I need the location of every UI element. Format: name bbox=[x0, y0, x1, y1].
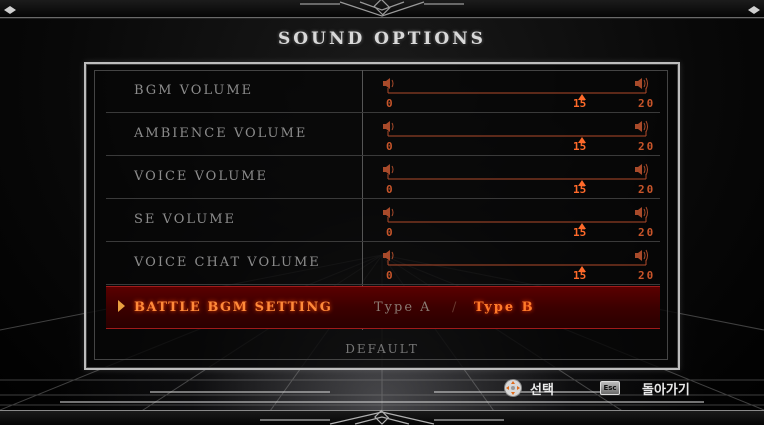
slider-max-label: 20 bbox=[638, 183, 656, 196]
slider-value: 15 bbox=[573, 140, 587, 153]
battle-bgm-option-type-b[interactable]: Type B bbox=[474, 300, 535, 315]
speaker-icon bbox=[383, 250, 394, 261]
dpad-icon bbox=[504, 379, 522, 397]
option-label: SE VOLUME bbox=[134, 212, 237, 227]
hint-select-label: 선택 bbox=[530, 382, 554, 398]
voice-chat-volume-slider[interactable]: 0 15 20 bbox=[380, 246, 656, 282]
option-label: BGM VOLUME bbox=[134, 83, 254, 98]
hint-back-label: 돌아가기 bbox=[642, 382, 690, 398]
hint-back[interactable]: Esc 돌아가기 bbox=[600, 378, 690, 398]
slider-min-label: 0 bbox=[386, 226, 393, 239]
option-row-ambience-volume[interactable]: AMBIENCE VOLUME 0 15 20 bbox=[106, 113, 660, 156]
default-button[interactable]: DEFAULT bbox=[0, 342, 764, 356]
speaker-icon bbox=[635, 77, 648, 90]
option-row-se-volume[interactable]: SE VOLUME 0 15 20 bbox=[106, 199, 660, 242]
speaker-icon bbox=[383, 78, 394, 89]
speaker-icon bbox=[635, 120, 648, 133]
speaker-icon bbox=[383, 164, 394, 175]
slider-value: 15 bbox=[573, 226, 587, 239]
slider-min-label: 0 bbox=[386, 269, 393, 282]
slider-max-label: 20 bbox=[638, 140, 656, 153]
slider-max-label: 20 bbox=[638, 269, 656, 282]
option-row-voice-volume[interactable]: VOICE VOLUME 0 15 20 bbox=[106, 156, 660, 199]
slider-min-label: 0 bbox=[386, 97, 393, 110]
slider-min-label: 0 bbox=[386, 183, 393, 196]
slider-value: 15 bbox=[573, 183, 587, 196]
slider-value: 15 bbox=[573, 269, 587, 282]
option-row-battle-bgm-setting[interactable]: BATTLE BGM SETTING Type A / Type B bbox=[106, 286, 660, 329]
speaker-icon bbox=[383, 207, 394, 218]
option-row-voice-chat-volume[interactable]: VOICE CHAT VOLUME 0 15 20 bbox=[106, 242, 660, 285]
page-title: SOUND OPTIONS bbox=[278, 29, 486, 49]
slider-track-graphic bbox=[383, 120, 648, 143]
slider-min-label: 0 bbox=[386, 140, 393, 153]
speaker-icon bbox=[383, 121, 394, 132]
slider-track-graphic bbox=[383, 249, 648, 272]
selection-arrow-icon bbox=[118, 300, 125, 312]
option-label: AMBIENCE VOLUME bbox=[134, 126, 308, 141]
slider-value: 15 bbox=[573, 97, 587, 110]
speaker-icon bbox=[635, 249, 648, 262]
option-label: VOICE CHAT VOLUME bbox=[134, 255, 321, 270]
option-row-bgm-volume[interactable]: BGM VOLUME 0 15 20 bbox=[106, 70, 660, 113]
voice-volume-slider[interactable]: 0 15 20 bbox=[380, 160, 656, 196]
ambience-volume-slider[interactable]: 0 15 20 bbox=[380, 117, 656, 153]
slider-track-graphic bbox=[383, 163, 648, 186]
bgm-volume-slider[interactable]: 0 15 20 bbox=[380, 74, 656, 110]
option-label: VOICE VOLUME bbox=[134, 169, 269, 184]
battle-bgm-option-type-a[interactable]: Type A bbox=[374, 300, 432, 315]
option-separator: / bbox=[452, 300, 459, 315]
slider-track-graphic bbox=[383, 206, 648, 229]
speaker-icon bbox=[635, 163, 648, 176]
hint-select: 선택 bbox=[504, 378, 554, 398]
speaker-icon bbox=[635, 206, 648, 219]
slider-max-label: 20 bbox=[638, 226, 656, 239]
slider-track-graphic bbox=[383, 77, 648, 100]
esc-key-icon: Esc bbox=[600, 381, 620, 395]
slider-max-label: 20 bbox=[638, 97, 656, 110]
option-label: BATTLE BGM SETTING bbox=[134, 300, 333, 315]
se-volume-slider[interactable]: 0 15 20 bbox=[380, 203, 656, 239]
